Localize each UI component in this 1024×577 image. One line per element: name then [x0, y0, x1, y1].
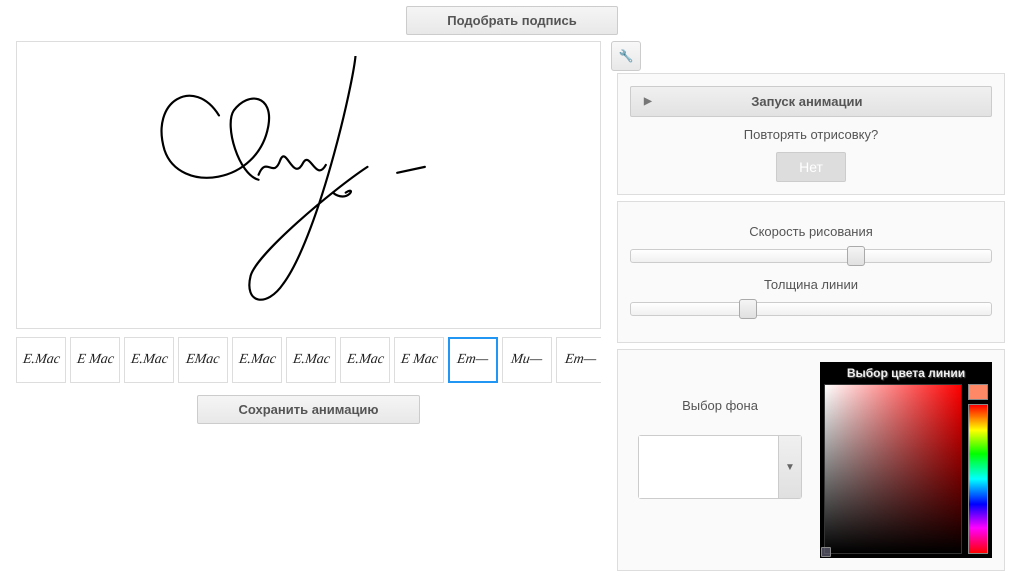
run-animation-label: Запуск анимации	[652, 94, 962, 109]
signature-thumbnail[interactable]: E Mac	[394, 337, 444, 383]
color-saturation-value-panel[interactable]	[824, 384, 962, 554]
color-hue-strip[interactable]	[968, 404, 988, 554]
drawing-speed-label: Скорость рисования	[630, 224, 992, 239]
drawing-speed-slider[interactable]	[630, 249, 992, 263]
wrench-icon: 🔧	[619, 49, 634, 63]
run-animation-button[interactable]: ▶ Запуск анимации	[630, 86, 992, 117]
thumbnail-signature-preview: E Mac	[76, 353, 115, 367]
thumbnail-signature-preview: EMac	[185, 353, 220, 367]
background-picker-label: Выбор фона	[682, 398, 758, 413]
settings-toggle-button[interactable]: 🔧	[611, 41, 641, 71]
line-color-picker-label: Выбор цвета линии	[824, 366, 988, 384]
signature-drawing	[104, 56, 512, 313]
background-color-dropdown[interactable]: ▼	[779, 436, 801, 498]
line-thickness-label: Толщина линии	[630, 277, 992, 292]
signature-thumbnails: E.Mac E Mac E.Mac EMac E.Mac E.Mac E.Mac E Mac E…	[16, 337, 601, 383]
settings-panel: ▶ Запуск анимации Повторять отрисовку? Н…	[617, 73, 1005, 577]
thumbnail-signature-preview: E.Mac	[22, 353, 61, 367]
thumbnail-signature-preview: Em—	[564, 353, 597, 367]
thumbnail-signature-preview: E.Mac	[238, 353, 277, 367]
signature-thumbnail[interactable]: E.Mac	[232, 337, 282, 383]
save-animation-button[interactable]: Сохранить анимацию	[197, 395, 419, 424]
line-color-picker: Выбор цвета линии	[820, 362, 992, 558]
thumbnail-signature-preview: E Mac	[400, 353, 439, 367]
signature-thumbnail[interactable]: E.Mac	[340, 337, 390, 383]
signature-thumbnail[interactable]: EMac	[178, 337, 228, 383]
signature-thumbnail[interactable]: E.Mac	[124, 337, 174, 383]
color-sv-cursor	[821, 547, 831, 557]
thumbnail-signature-preview: Mu—	[510, 353, 543, 367]
caret-down-icon: ▼	[785, 462, 795, 473]
signature-thumbnail[interactable]: Mu—	[502, 337, 552, 383]
signature-thumbnail[interactable]: Em—	[556, 337, 601, 383]
thumbnail-signature-preview: E.Mac	[292, 353, 331, 367]
signature-canvas[interactable]	[16, 41, 601, 329]
thumbnail-signature-preview: E.Mac	[130, 353, 169, 367]
repeat-drawing-label: Повторять отрисовку?	[630, 127, 992, 142]
signature-thumbnail[interactable]: E Mac	[70, 337, 120, 383]
color-preview-swatch	[968, 384, 988, 400]
play-icon: ▶	[644, 96, 652, 107]
background-color-swatch[interactable]	[639, 436, 779, 498]
repeat-toggle-button[interactable]: Нет	[776, 152, 846, 182]
pick-signature-button[interactable]: Подобрать подпись	[406, 6, 617, 35]
signature-thumbnail[interactable]: Em—	[448, 337, 498, 383]
thumbnail-signature-preview: Em—	[456, 353, 489, 367]
signature-thumbnail[interactable]: E.Mac	[286, 337, 336, 383]
signature-thumbnail[interactable]: E.Mac	[16, 337, 66, 383]
line-thickness-slider[interactable]	[630, 302, 992, 316]
thumbnail-signature-preview: E.Mac	[346, 353, 385, 367]
